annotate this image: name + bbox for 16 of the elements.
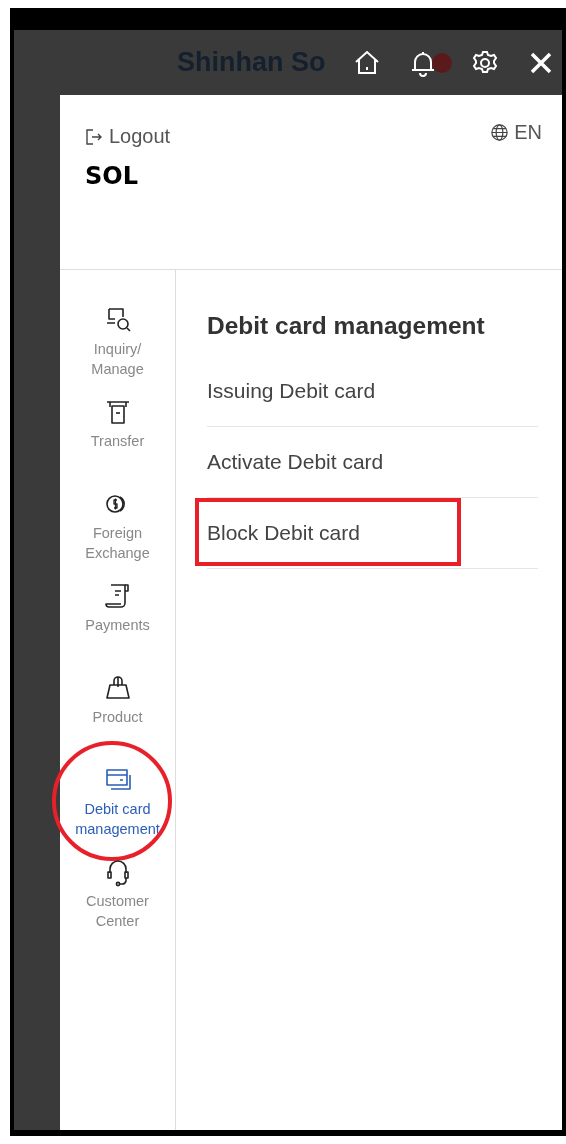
sidebar-item[interactable]: Transfer <box>60 397 175 489</box>
user-name: SOL <box>85 162 139 190</box>
menu-item[interactable]: Activate Debit card <box>207 427 538 498</box>
sidebar-item[interactable]: Product <box>60 673 175 765</box>
sidebar-item[interactable]: Foreign Exchange <box>60 489 175 581</box>
menu-item[interactable]: Block Debit card <box>207 498 538 569</box>
section-heading: Debit card management <box>207 312 486 340</box>
sidebar-item[interactable]: Customer Center <box>60 857 175 949</box>
language-button[interactable]: EN <box>490 121 542 144</box>
sidebar-item[interactable]: Inquiry/ Manage <box>60 305 175 397</box>
menu-item[interactable]: Issuing Debit card <box>207 356 538 427</box>
logout-button[interactable]: Logout <box>85 125 171 148</box>
sidebar-item[interactable]: Payments <box>60 581 175 673</box>
globe-icon <box>490 123 510 142</box>
sidebar-item[interactable]: Debit card management <box>60 765 175 857</box>
logout-icon <box>85 127 103 146</box>
